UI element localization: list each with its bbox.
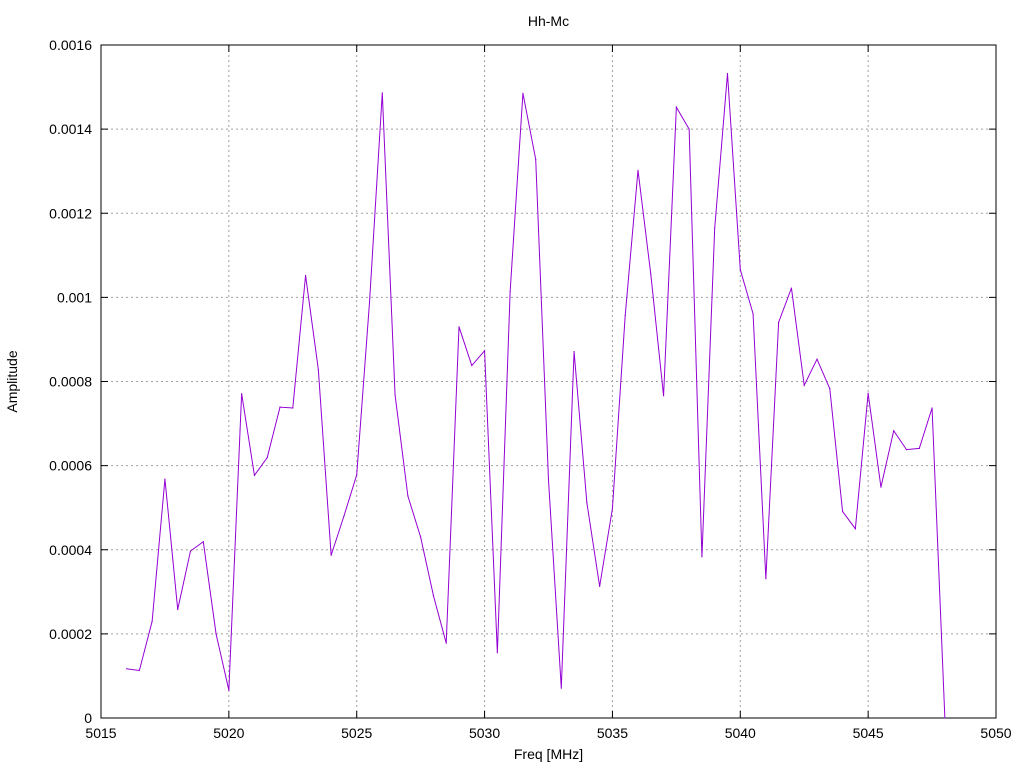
x-axis-tick-labels: 5015 5020 5025 5030 5035 5040 5045 5050 [85, 725, 1011, 741]
y-tick-label: 0.0012 [49, 205, 92, 221]
data-point [790, 287, 793, 289]
data-point [560, 687, 562, 689]
x-tick-label: 5035 [597, 725, 628, 741]
y-tick-label: 0.0004 [49, 542, 92, 558]
data-point [304, 274, 307, 277]
data-point [675, 106, 677, 108]
data-point [151, 620, 153, 622]
data-point [381, 92, 383, 94]
data-point [471, 364, 473, 367]
data-point [867, 392, 869, 394]
data-point [599, 585, 601, 587]
data-point [407, 495, 409, 497]
y-axis-title: Amplitude [4, 350, 20, 412]
data-point [189, 550, 192, 552]
chart-title: Hh-Mc [528, 13, 569, 29]
data-point [726, 73, 729, 75]
x-tick-label: 5040 [725, 725, 756, 741]
y-tick-label: 0.0008 [49, 374, 92, 390]
data-point [854, 528, 856, 530]
y-tick-label: 0.0002 [49, 626, 92, 642]
series-layer [125, 73, 946, 719]
x-tick-label: 5025 [341, 725, 372, 741]
data-point [547, 479, 550, 481]
x-tick-label: 5030 [469, 725, 500, 741]
data-point [688, 128, 690, 130]
data-point [164, 478, 166, 480]
data-point [880, 486, 882, 488]
chart-canvas: 5015 5020 5025 5030 5035 5040 5045 5050 0 0.0002… [4, 13, 1012, 762]
data-point [330, 554, 332, 556]
data-point [701, 556, 703, 558]
grid [101, 45, 996, 718]
data-point [445, 642, 447, 644]
data-point [765, 578, 767, 580]
data-point [228, 689, 230, 691]
data-point [202, 541, 204, 543]
data-point [292, 407, 294, 409]
data-point [816, 358, 818, 360]
data-point [778, 321, 780, 323]
x-axis-title: Freq [MHz] [514, 746, 583, 762]
data-point [279, 406, 281, 408]
data-point [138, 669, 140, 672]
data-point [752, 313, 754, 315]
data-point [522, 92, 524, 94]
data-point [432, 595, 435, 597]
y-tick-label: 0 [84, 710, 92, 726]
data-point [650, 273, 652, 275]
data-point [624, 314, 626, 317]
data-point [496, 652, 498, 654]
data-point [829, 388, 831, 390]
data-point [125, 668, 128, 670]
data-point [343, 515, 345, 517]
x-tick-label: 5015 [85, 725, 116, 741]
data-point [931, 407, 933, 409]
data-point [177, 608, 179, 611]
data-point [253, 474, 256, 476]
data-point [714, 227, 716, 229]
y-tick-label: 0.0014 [49, 121, 92, 137]
x-tick-label: 5050 [980, 725, 1011, 741]
data-point [893, 430, 895, 432]
data-point [841, 510, 844, 513]
data-point [368, 301, 371, 304]
data-point [611, 507, 614, 510]
data-point [509, 290, 511, 293]
y-tick-label: 0.001 [57, 289, 92, 305]
data-point [662, 395, 665, 397]
data-point [266, 457, 268, 459]
series-line [126, 73, 946, 719]
data-point [637, 169, 639, 171]
data-point [458, 326, 460, 328]
data-point [356, 474, 358, 476]
x-tick-label: 5020 [213, 725, 244, 741]
data-point [586, 502, 588, 504]
data-point [803, 384, 805, 386]
data-point [483, 350, 486, 352]
data-point [918, 447, 920, 449]
data-point [317, 369, 319, 371]
data-point [535, 158, 537, 161]
data-point [241, 393, 243, 395]
y-tick-label: 0.0016 [49, 37, 92, 53]
data-point [215, 633, 217, 635]
y-tick-label: 0.0006 [49, 458, 92, 474]
data-point [573, 351, 575, 353]
data-point [905, 449, 908, 451]
data-point [420, 536, 422, 538]
data-point [739, 269, 741, 271]
x-tick-label: 5045 [853, 725, 884, 741]
y-axis-tick-labels: 0 0.0002 0.0004 0.0006 0.0008 0.001 0.0012 0.00… [49, 37, 92, 726]
data-point [394, 394, 396, 396]
data-point [944, 717, 946, 719]
